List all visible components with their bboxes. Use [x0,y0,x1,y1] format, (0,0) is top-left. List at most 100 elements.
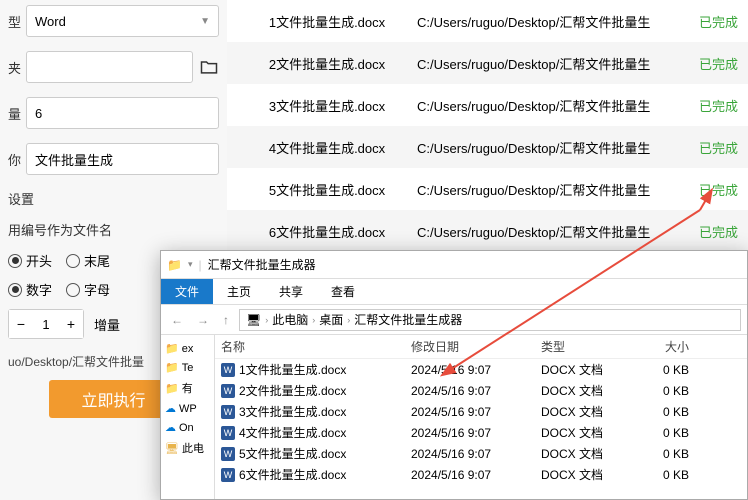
radio-letter[interactable]: 字母 [66,280,110,299]
file-type: DOCX 文档 [535,445,635,462]
nav-back-icon[interactable]: ← [167,313,187,327]
radio-tail[interactable]: 末尾 [66,251,110,270]
file-type: DOCX 文档 [535,361,635,378]
docx-icon: W [221,363,235,377]
result-status: 已完成 [688,12,738,31]
start-stepper[interactable]: − 1 + [8,309,84,339]
tab-file[interactable]: 文件 [161,279,213,304]
sidebar-icon: 📁 [165,342,179,355]
docx-icon: W [221,405,235,419]
type-value: Word [35,14,66,29]
col-type[interactable]: 类型 [535,338,635,355]
file-row[interactable]: W2文件批量生成.docx2024/5/16 9:07DOCX 文档0 KB [215,380,747,401]
file-row[interactable]: W1文件批量生成.docx2024/5/16 9:07DOCX 文档0 KB [215,359,747,380]
file-date: 2024/5/16 9:07 [405,426,535,440]
result-status: 已完成 [688,54,738,73]
folder-icon[interactable] [199,57,219,77]
file-size: 0 KB [635,405,695,419]
result-row: 5文件批量生成.docxC:/Users/ruguo/Desktop/汇帮文件批… [227,168,748,210]
sidebar-icon: 📁 [165,382,179,395]
explorer-title: 汇帮文件批量生成器 [208,256,316,273]
pc-icon: 🖥 [246,313,261,327]
result-filename: 6文件批量生成.docx [237,222,417,241]
file-type: DOCX 文档 [535,403,635,420]
explorer-titlebar: 📁 ▾ | 汇帮文件批量生成器 [161,251,747,279]
sidebar-icon: ☁ [165,402,176,415]
result-filename: 3文件批量生成.docx [237,96,417,115]
result-row: 6文件批量生成.docxC:/Users/ruguo/Desktop/汇帮文件批… [227,210,748,252]
file-name: 2文件批量生成.docx [239,382,346,399]
sidebar-item[interactable]: ☁On [163,418,212,437]
file-row[interactable]: W5文件批量生成.docx2024/5/16 9:07DOCX 文档0 KB [215,443,747,464]
name-input[interactable]: 文件批量生成 [26,143,219,175]
result-path: C:/Users/ruguo/Desktop/汇帮文件批量生 [417,12,688,31]
result-row: 1文件批量生成.docxC:/Users/ruguo/Desktop/汇帮文件批… [227,0,748,42]
tab-home[interactable]: 主页 [213,279,265,304]
result-path: C:/Users/ruguo/Desktop/汇帮文件批量生 [417,54,688,73]
file-date: 2024/5/16 9:07 [405,447,535,461]
file-row[interactable]: W4文件批量生成.docx2024/5/16 9:07DOCX 文档0 KB [215,422,747,443]
sidebar-item[interactable]: 📁Te [163,358,212,377]
step-label: 增量 [94,315,120,334]
col-date[interactable]: 修改日期 [405,338,535,355]
file-size: 0 KB [635,363,695,377]
file-date: 2024/5/16 9:07 [405,384,535,398]
file-list-header: 名称 修改日期 类型 大小 [215,335,747,359]
file-name: 6文件批量生成.docx [239,466,346,483]
radio-icon [8,254,22,268]
col-size[interactable]: 大小 [635,338,695,355]
sidebar-icon: 🖥 [165,442,179,455]
docx-icon: W [221,426,235,440]
execute-button[interactable]: 立即执行 [49,380,179,418]
file-name: 5文件批量生成.docx [239,445,346,462]
explorer-file-list: 名称 修改日期 类型 大小 W 1文件批量生成.docx 2024/5/16 9:0… [215,335,747,499]
sidebar-item[interactable]: 📁有 [163,377,212,399]
nav-up-icon[interactable]: ↑ [219,313,233,327]
result-status: 已完成 [688,96,738,115]
folder-input[interactable] [26,51,193,83]
stepper-plus[interactable]: + [59,310,83,338]
result-path: C:/Users/ruguo/Desktop/汇帮文件批量生 [417,180,688,199]
docx-icon: W [221,384,235,398]
type-select[interactable]: Word ▼ [26,5,219,37]
type-label: 型 [8,12,26,31]
sidebar-item[interactable]: 📁ex [163,339,212,358]
result-path: C:/Users/ruguo/Desktop/汇帮文件批量生 [417,138,688,157]
file-name: 4文件批量生成.docx [239,424,346,441]
sidebar-item[interactable]: 🖥此电 [163,437,212,459]
file-size: 0 KB [635,468,695,482]
settings-section-label: 设置 [8,189,219,208]
down-icon[interactable]: ▾ [188,259,193,270]
sidebar-icon: 📁 [165,361,179,374]
docx-icon: W [221,447,235,461]
sidebar-item[interactable]: ☁WP [163,399,212,418]
folder-label: 夹 [8,58,26,77]
result-filename: 2文件批量生成.docx [237,54,417,73]
breadcrumb[interactable]: 🖥 › 此电脑 › 桌面 › 汇帮文件批量生成器 [239,309,741,331]
file-row[interactable]: W6文件批量生成.docx2024/5/16 9:07DOCX 文档0 KB [215,464,747,485]
file-row[interactable]: W3文件批量生成.docx2024/5/16 9:07DOCX 文档0 KB [215,401,747,422]
file-name: 1文件批量生成.docx [239,361,346,378]
radio-icon [8,283,22,297]
explorer-nav: ← → ↑ 🖥 › 此电脑 › 桌面 › 汇帮文件批量生成器 [161,305,747,335]
results-panel: 1文件批量生成.docxC:/Users/ruguo/Desktop/汇帮文件批… [227,0,748,252]
tab-view[interactable]: 查看 [317,279,369,304]
stepper-value: 1 [33,317,59,332]
count-label: 量 [8,104,26,123]
count-input[interactable]: 6 [26,97,219,129]
result-row: 4文件批量生成.docxC:/Users/ruguo/Desktop/汇帮文件批… [227,126,748,168]
radio-head[interactable]: 开头 [8,251,52,270]
radio-number[interactable]: 数字 [8,280,52,299]
filename-option-label: 用编号作为文件名 [8,220,219,239]
file-type: DOCX 文档 [535,382,635,399]
result-status: 已完成 [688,180,738,199]
nav-fwd-icon[interactable]: → [193,313,213,327]
file-type: DOCX 文档 [535,424,635,441]
file-name: 3文件批量生成.docx [239,403,346,420]
tab-share[interactable]: 共享 [265,279,317,304]
explorer-sidebar: 📁ex📁Te📁有☁WP☁On🖥此电 [161,335,215,499]
result-status: 已完成 [688,222,738,241]
radio-icon [66,254,80,268]
stepper-minus[interactable]: − [9,310,33,338]
col-name[interactable]: 名称 [215,338,405,355]
